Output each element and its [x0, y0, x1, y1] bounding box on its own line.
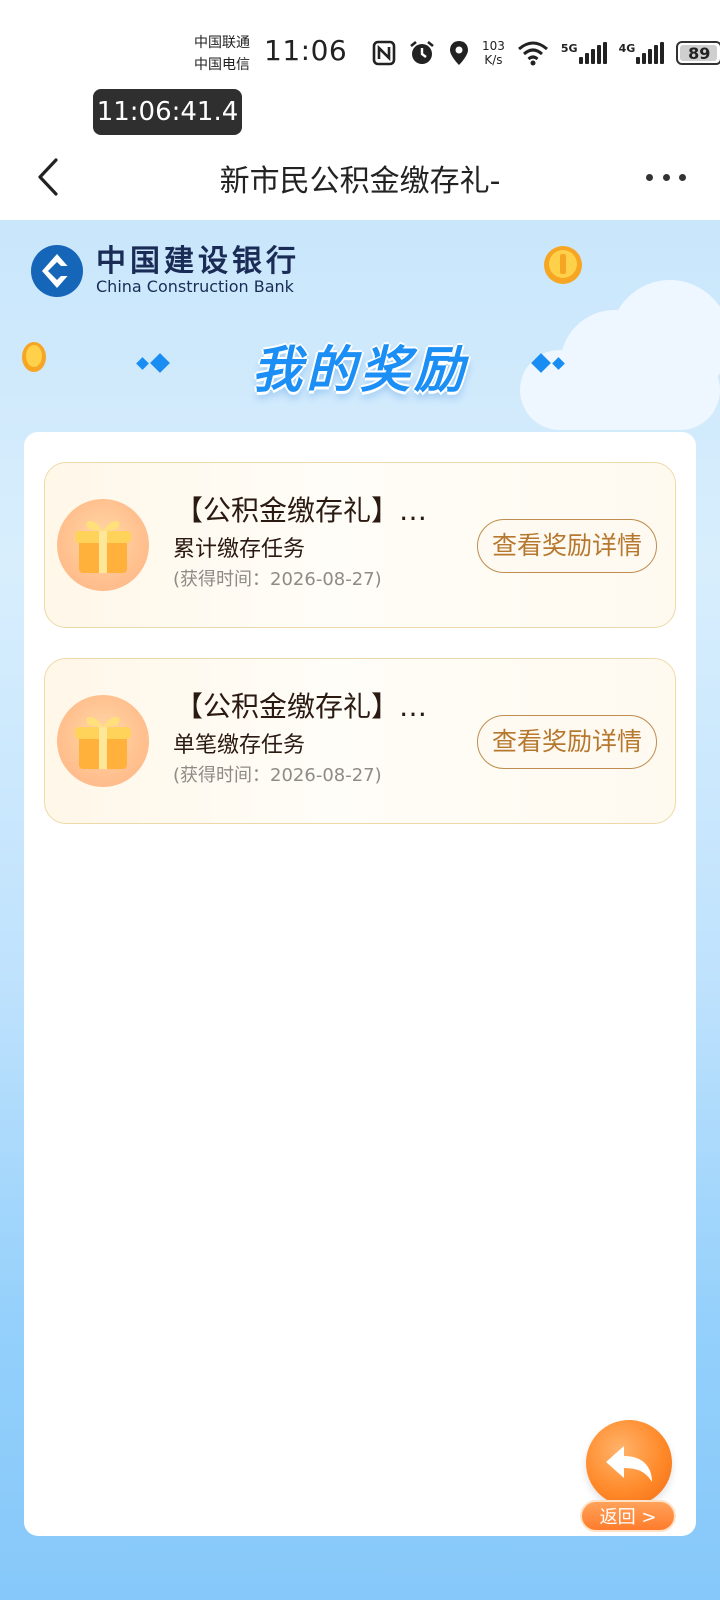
carrier-1: 中国联通 — [194, 35, 250, 51]
carrier-info: 中国联通 中国电信 — [194, 32, 250, 76]
status-time: 11:06 — [264, 34, 348, 67]
reward-card: 【公积金缴存礼】… 累计缴存任务 (获得时间：2026-08-27) 查看奖励详… — [44, 462, 676, 628]
signal-icon — [636, 42, 665, 64]
return-button[interactable]: 返回 > — [580, 1420, 680, 1535]
carrier-2: 中国电信 — [194, 57, 250, 73]
bank-name-en: China Construction Bank — [96, 277, 294, 296]
battery-level: 89 — [688, 43, 711, 63]
section-title: 我的奖励 — [252, 341, 468, 399]
signal-5g: 5G — [561, 42, 607, 64]
reward-time: (获得时间：2026-08-27) — [173, 765, 382, 786]
diamond-decoration-right — [531, 353, 565, 373]
view-reward-details-button[interactable]: 查看奖励详情 — [477, 715, 657, 769]
reward-subtitle: 单笔缴存任务 — [173, 733, 306, 758]
bank-name-cn: 中国建设银行 — [96, 244, 300, 279]
view-reward-details-button[interactable]: 查看奖励详情 — [477, 519, 657, 573]
nfc-icon — [372, 40, 396, 66]
net-speed-unit: K/s — [484, 53, 503, 67]
reward-title: 【公积金缴存礼】… — [175, 690, 428, 723]
location-icon — [450, 41, 468, 65]
net-type-4g: 4G — [618, 42, 636, 55]
reward-time: (获得时间：2026-08-27) — [173, 569, 382, 590]
return-label: 返回 > — [580, 1500, 676, 1532]
main-content: 中国建设银行 China Construction Bank 我的奖励 【公积金… — [0, 220, 720, 1600]
page-title: 新市民公积金缴存礼- — [219, 164, 501, 199]
reward-subtitle: 累计缴存任务 — [173, 537, 306, 562]
return-arrow-icon — [586, 1420, 672, 1506]
battery-icon: 89 — [676, 41, 720, 65]
coin-icon — [544, 246, 582, 284]
more-icon[interactable] — [646, 162, 686, 192]
app-header: 新市民公积金缴存礼- — [0, 138, 720, 218]
reward-title: 【公积金缴存礼】… — [175, 494, 428, 527]
status-icons: 103 K/s 5G 4G 89 — [372, 36, 720, 70]
rewards-panel: 【公积金缴存礼】… 累计缴存任务 (获得时间：2026-08-27) 查看奖励详… — [24, 432, 696, 1536]
net-type-5g: 5G — [560, 42, 578, 55]
wifi-icon — [517, 41, 548, 66]
ccb-logo-icon — [31, 245, 83, 297]
net-speed-value: 103 — [482, 39, 505, 53]
signal-icon — [578, 42, 607, 64]
signal-4g: 4G — [619, 42, 665, 64]
reward-card: 【公积金缴存礼】… 单笔缴存任务 (获得时间：2026-08-27) 查看奖励详… — [44, 658, 676, 824]
status-bar: 中国联通 中国电信 11:06 103 K/s 5G 4G 89 — [0, 0, 720, 90]
gift-icon — [57, 499, 149, 591]
timestamp-overlay: 11:06:41.4 — [93, 89, 242, 135]
net-speed: 103 K/s — [482, 39, 505, 67]
gift-icon — [57, 695, 149, 787]
alarm-icon — [410, 40, 434, 64]
ccb-logo: 中国建设银行 China Construction Bank — [30, 244, 300, 298]
